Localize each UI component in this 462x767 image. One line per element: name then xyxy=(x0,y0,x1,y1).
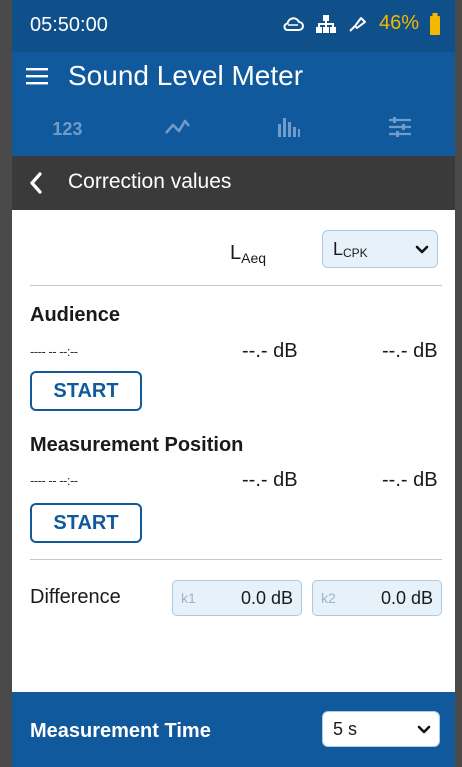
k2-label: k2 xyxy=(321,590,336,606)
cloud-icon xyxy=(281,14,305,34)
status-icons: 46% xyxy=(281,12,441,35)
bar-chart-icon xyxy=(277,116,301,143)
tab-numeric[interactable]: 123 xyxy=(12,102,123,156)
tab-bar: 123 xyxy=(12,102,455,156)
k2-field[interactable]: k2 0.0 dB xyxy=(312,580,442,616)
divider xyxy=(30,559,442,560)
measurement-time-value: 5 s xyxy=(333,719,358,739)
battery-percent: 46% xyxy=(378,12,419,34)
measurement-position-value-1: --.- dB xyxy=(242,469,298,491)
difference-label: Difference xyxy=(30,586,121,608)
laeq-label: LAeq xyxy=(230,242,267,266)
k2-value: 0.0 dB xyxy=(380,588,433,608)
app-frame: 05:50:00 46% Sound Level Meter 123 Corre… xyxy=(12,0,455,767)
measurement-position-value-2: --.- dB xyxy=(382,469,438,491)
measurement-time-bar: Measurement Time 5 s xyxy=(12,692,455,767)
measurement-position-title: Measurement Position xyxy=(30,434,244,456)
network-icon xyxy=(315,14,337,34)
correction-values-panel: LAeq LCPK Audience ---- -- --:-- --.- dB… xyxy=(12,210,455,692)
weighting-select-value: LCPK xyxy=(333,239,368,260)
section-header: Correction values xyxy=(12,156,455,210)
status-time: 05:50:00 xyxy=(30,14,108,36)
weighting-select[interactable]: LCPK xyxy=(322,230,438,268)
tab-bar-chart[interactable] xyxy=(234,102,345,156)
app-title: Sound Level Meter xyxy=(68,60,304,91)
tab-settings[interactable] xyxy=(344,102,455,156)
tab-numeric-label: 123 xyxy=(52,118,83,139)
tab-line-chart[interactable] xyxy=(123,102,234,156)
status-bar: 05:50:00 46% xyxy=(12,0,455,52)
battery-icon xyxy=(429,12,441,35)
satellite-icon xyxy=(347,14,369,34)
audience-timestamp: ---- -- --:-- xyxy=(30,344,78,359)
audience-start-button[interactable]: START xyxy=(30,371,142,411)
k1-value: 0.0 dB xyxy=(240,588,293,608)
back-chevron-icon[interactable] xyxy=(28,171,44,200)
measurement-position-start-button[interactable]: START xyxy=(30,503,142,543)
measurement-time-select[interactable]: 5 s xyxy=(322,711,440,747)
k1-label: k1 xyxy=(181,590,196,606)
audience-title: Audience xyxy=(30,304,121,326)
measurement-time-label: Measurement Time xyxy=(30,720,211,742)
audience-value-1: --.- dB xyxy=(242,340,298,362)
divider xyxy=(30,285,442,286)
audience-value-2: --.- dB xyxy=(382,340,438,362)
section-title: Correction values xyxy=(68,170,232,193)
k1-field[interactable]: k1 0.0 dB xyxy=(172,580,302,616)
measurement-position-timestamp: ---- -- --:-- xyxy=(30,473,78,488)
hamburger-menu-icon[interactable] xyxy=(26,64,54,90)
chevron-down-icon xyxy=(415,243,429,261)
line-chart-icon xyxy=(164,117,192,142)
app-bar: Sound Level Meter xyxy=(12,52,455,102)
sliders-icon xyxy=(387,116,413,143)
chevron-down-icon xyxy=(417,723,431,741)
